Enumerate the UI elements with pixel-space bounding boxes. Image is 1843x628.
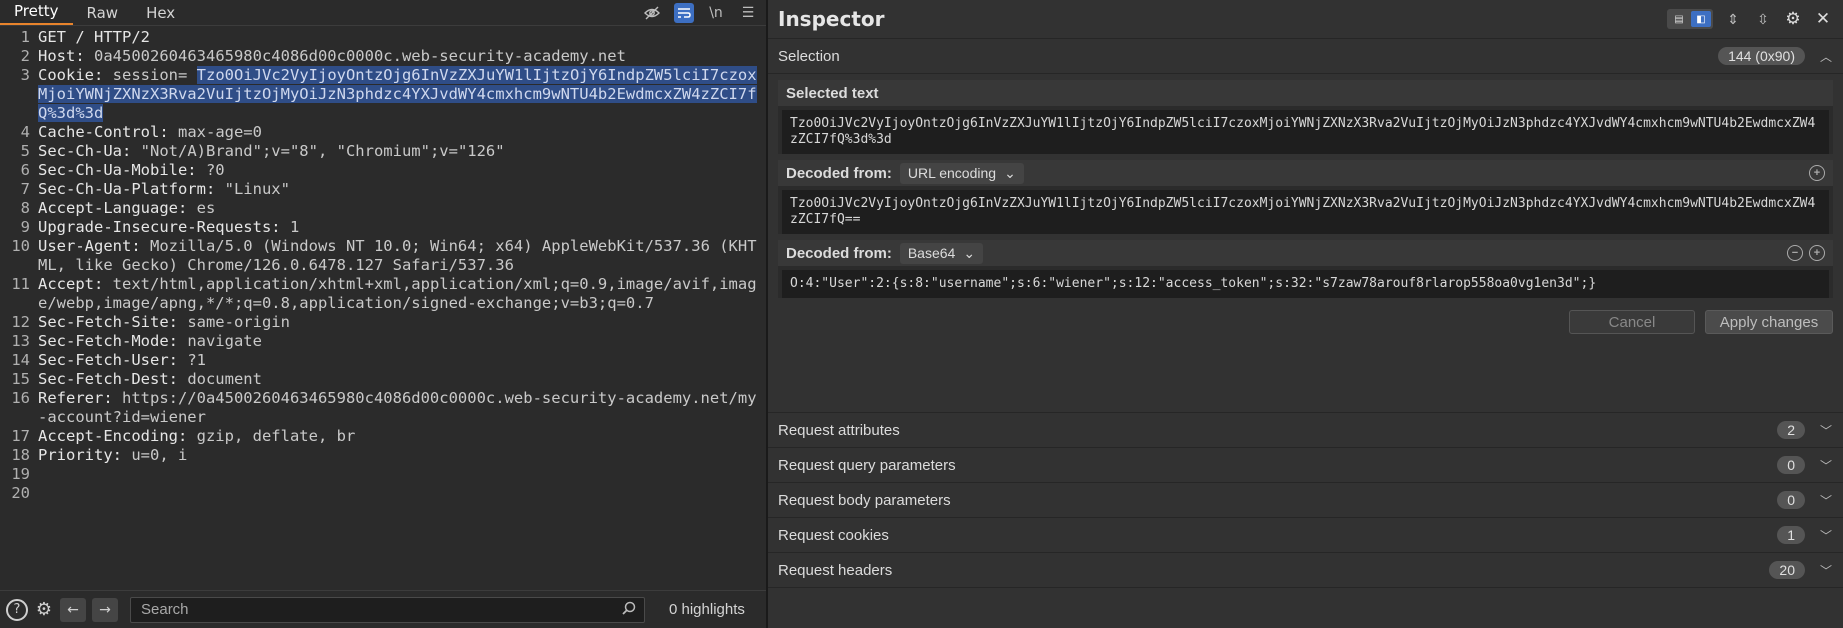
chevron-down-icon: ﹀	[1819, 493, 1832, 508]
close-icon[interactable]: ✕	[1813, 9, 1833, 29]
code-line: 16 Referer: https://0a4500260463465980c40…	[11, 389, 757, 426]
apply-changes-button[interactable]: Apply changes	[1705, 310, 1833, 334]
arrow-left-icon[interactable]: ←	[60, 597, 86, 622]
layout-toggle: ▤ ◧	[1667, 9, 1713, 29]
code-line: 8 Accept-Language: es	[20, 199, 216, 217]
add-decoder-icon[interactable]: +	[1809, 165, 1825, 181]
request-code[interactable]: 1 GET / HTTP/2 2 Host: 0a4500260463465980c…	[0, 28, 766, 588]
code-line: 9 Upgrade-Insecure-Requests: 1	[20, 218, 300, 236]
section-request-cookies[interactable]: Request cookies 1 ﹀	[768, 517, 1843, 552]
selected-text-label: Selected text	[786, 84, 879, 102]
decoded-url-value[interactable]: Tzo0OiJVc2VyIjoyOntzOjg6InVzZXJuYW1lIjtz…	[782, 190, 1829, 234]
inspector-sections: Request attributes 2 ﹀ Request query par…	[768, 412, 1843, 588]
wrap-lines-icon[interactable]	[674, 2, 694, 23]
inspector-title: Inspector	[778, 7, 885, 31]
section-request-headers[interactable]: Request headers 20 ﹀	[768, 552, 1843, 588]
add-decoder-icon[interactable]: +	[1809, 245, 1825, 261]
request-editor: Pretty Raw Hex \n ☰ 1 GET / HTTP/2 2 Host:…	[0, 0, 768, 628]
chevron-down-icon: ﹀	[1819, 563, 1832, 578]
selected-text-card: Selected text Tzo0OiJVc2VyIjoyOntzOjg6In…	[778, 80, 1833, 154]
selection-badge: 144 (0x90)	[1718, 47, 1805, 65]
code-line: 11 Accept: text/html,application/xhtml+xm…	[11, 275, 757, 312]
inspector-actions: Cancel Apply changes	[768, 302, 1843, 334]
tab-hex[interactable]: Hex	[132, 1, 189, 25]
hamburger-menu-icon[interactable]: ☰	[738, 3, 758, 23]
highlights-count: 0 highlights	[669, 601, 745, 618]
chevron-up-icon[interactable]: ︿	[1819, 48, 1833, 65]
eye-off-icon[interactable]	[642, 3, 662, 23]
cancel-button[interactable]: Cancel	[1569, 310, 1695, 334]
chevron-down-icon: ﹀	[1819, 528, 1832, 543]
code-line: 6 Sec-Ch-Ua-Mobile: ?0	[20, 161, 225, 179]
inspector-header: Inspector ▤ ◧ ⇕ ⇳ ⚙ ✕	[768, 0, 1843, 39]
code-line: 19	[11, 465, 30, 483]
code-line: 17 Accept-Encoding: gzip, deflate, br	[11, 427, 356, 445]
code-line: 3 Cookie: session= Tzo0OiJVc2VyIjoyOntzOj…	[20, 66, 757, 122]
selection-label: Selection	[778, 47, 840, 65]
decoded-b64-value[interactable]: O:4:"User":2:{s:8:"username";s:6:"wiener…	[782, 270, 1829, 298]
tab-pretty[interactable]: Pretty	[0, 0, 73, 25]
editor-toolbar: \n ☰	[642, 0, 758, 25]
editor-footer: ? ⚙ ← → 0 highlights	[0, 590, 766, 628]
chevron-down-icon: ⌄	[963, 244, 976, 261]
layout-panel-icon[interactable]: ◧	[1691, 11, 1711, 27]
code-line: 15 Sec-Fetch-Dest: document	[11, 370, 262, 388]
code-line: 18 Priority: u=0, i	[11, 446, 188, 464]
search-box[interactable]	[130, 596, 645, 623]
code-line: 13 Sec-Fetch-Mode: navigate	[11, 332, 262, 350]
section-request-query-parameters[interactable]: Request query parameters 0 ﹀	[768, 447, 1843, 482]
code-line: 12 Sec-Fetch-Site: same-origin	[11, 313, 290, 331]
code-line: 4 Cache-Control: max-age=0	[20, 123, 262, 141]
section-request-attributes[interactable]: Request attributes 2 ﹀	[768, 412, 1843, 447]
code-line: 20	[11, 484, 30, 502]
newline-toggle[interactable]: \n	[706, 3, 726, 23]
inspector-panel: Inspector ▤ ◧ ⇕ ⇳ ⚙ ✕ Selection 144 (0x9…	[768, 0, 1843, 628]
tab-raw[interactable]: Raw	[73, 1, 133, 25]
remove-decoder-icon[interactable]: −	[1787, 245, 1803, 261]
gear-icon[interactable]: ⚙	[34, 599, 54, 620]
encoding-dropdown[interactable]: URL encoding ⌄	[899, 162, 1024, 184]
search-icon[interactable]	[622, 601, 636, 619]
expand-all-icon[interactable]: ⇕	[1723, 9, 1743, 29]
decoded-url-card: Decoded from: URL encoding ⌄ + Tzo0OiJVc2…	[778, 160, 1833, 234]
search-input[interactable]	[139, 600, 622, 619]
code-line: 5 Sec-Ch-Ua: "Not/A)Brand";v="8", "Chromi…	[20, 142, 505, 160]
inspector-toolbar: ▤ ◧ ⇕ ⇳ ⚙ ✕	[1667, 9, 1833, 29]
chevron-down-icon: ⌄	[1004, 164, 1016, 181]
decoded-from-label: Decoded from:	[786, 164, 892, 182]
collapse-all-icon[interactable]: ⇳	[1753, 9, 1773, 29]
selected-text-value[interactable]: Tzo0OiJVc2VyIjoyOntzOjg6InVzZXJuYW1lIjtz…	[782, 110, 1829, 154]
code-line: 10 User-Agent: Mozilla/5.0 (Windows NT 10…	[11, 237, 757, 274]
code-line: 2 Host: 0a4500260463465980c4086d00c0000c.…	[20, 47, 626, 65]
section-request-body-parameters[interactable]: Request body parameters 0 ﹀	[768, 482, 1843, 517]
decoded-b64-card: Decoded from: Base64 ⌄ − + O:4:"User":2:{…	[778, 240, 1833, 298]
selection-header[interactable]: Selection 144 (0x90) ︿	[768, 39, 1843, 74]
layout-list-icon[interactable]: ▤	[1669, 11, 1689, 27]
encoding-dropdown[interactable]: Base64 ⌄	[899, 242, 984, 264]
code-line: 7 Sec-Ch-Ua-Platform: "Linux"	[20, 180, 290, 198]
chevron-down-icon: ﹀	[1819, 423, 1832, 438]
decoded-from-label: Decoded from:	[786, 244, 892, 262]
help-icon[interactable]: ?	[6, 598, 28, 621]
editor-tabs: Pretty Raw Hex \n ☰	[0, 0, 766, 26]
code-line: 1 GET / HTTP/2	[20, 28, 150, 46]
chevron-down-icon: ﹀	[1819, 458, 1832, 473]
arrow-right-icon[interactable]: →	[92, 597, 118, 622]
code-line: 14 Sec-Fetch-User: ?1	[11, 351, 206, 369]
gear-icon[interactable]: ⚙	[1783, 9, 1803, 29]
